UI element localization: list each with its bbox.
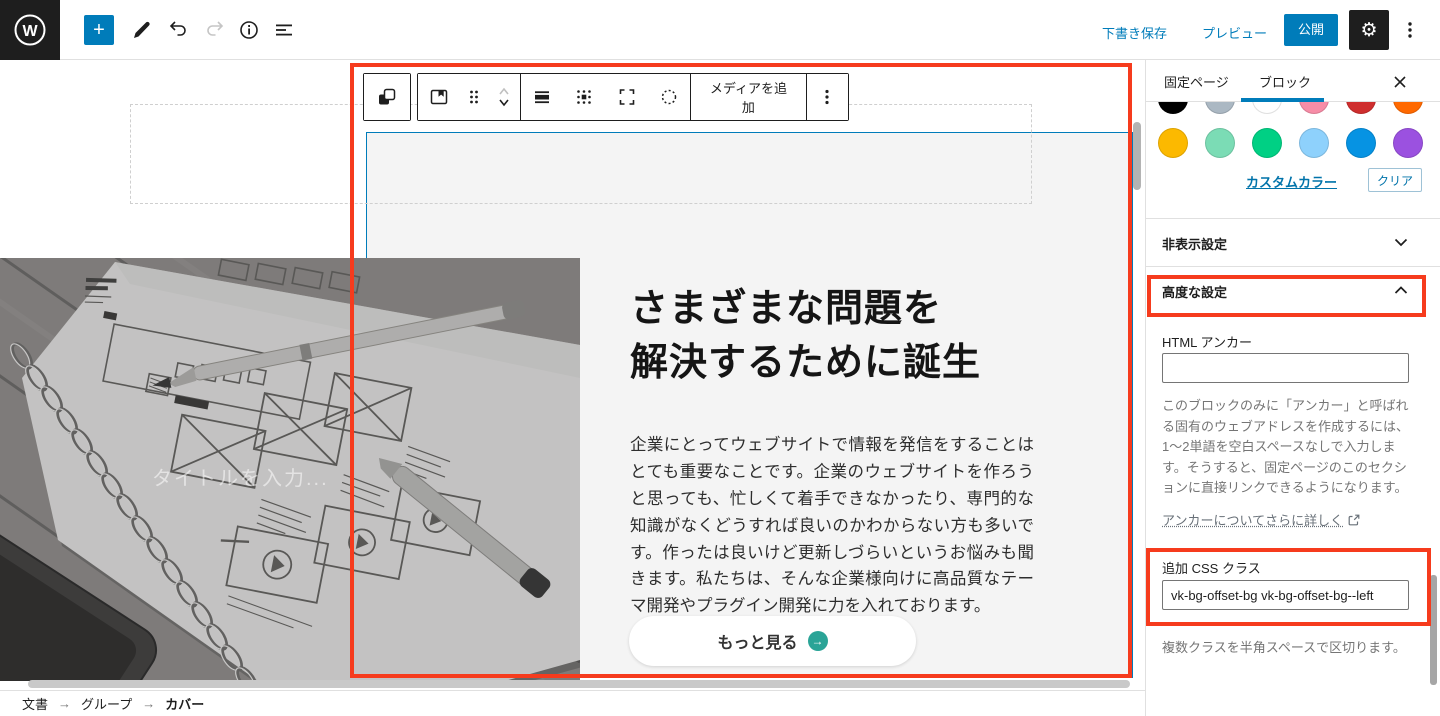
color-swatch[interactable] [1158, 102, 1188, 114]
additional-css-class-input[interactable] [1162, 580, 1409, 610]
duotone-filter-button[interactable] [648, 74, 690, 120]
color-swatch[interactable] [1158, 128, 1188, 158]
breadcrumb-arrow-icon: → [142, 696, 155, 711]
settings-gear-button[interactable]: ⚙ [1349, 10, 1389, 50]
duotone-icon [657, 85, 681, 109]
palette-row-2 [1158, 128, 1423, 158]
breadcrumb-cover[interactable]: カバー [165, 694, 204, 713]
align-button[interactable] [521, 74, 563, 120]
add-block-icon: + [93, 19, 105, 41]
drag-handle[interactable] [460, 74, 487, 120]
panel-hidden-settings-label: 非表示設定 [1162, 234, 1227, 253]
editor-canvas: タイトルを入力... さまざまな問題を 解決するために誕生 企業にとってウェブサ… [0, 60, 1145, 690]
content-position-icon [572, 85, 596, 109]
block-movers [487, 74, 520, 120]
cover-paragraph[interactable]: 企業にとってウェブサイトで情報を発信をすることはとても重要なことです。企業のウェ… [630, 432, 1034, 620]
save-draft-button[interactable]: 下書き保存 [1102, 23, 1167, 42]
block-breadcrumb-bar: 文書 → グループ → カバー [0, 690, 1145, 716]
undo-icon[interactable] [167, 18, 191, 42]
options-kebab-icon[interactable] [1398, 18, 1422, 42]
editor-top-bar: W + 下書き保存 プレビュー 公開 ⚙ [0, 0, 1440, 60]
html-anchor-input[interactable] [1162, 353, 1409, 383]
block-options-button[interactable] [807, 74, 848, 120]
full-height-icon [615, 85, 639, 109]
chevron-up-icon [1394, 286, 1408, 295]
preview-button[interactable]: プレビュー [1202, 23, 1267, 42]
additional-css-class-label: 追加 CSS クラス [1162, 558, 1261, 577]
wordpress-icon: W [13, 13, 47, 47]
select-parent-icon [375, 85, 399, 109]
tab-page[interactable]: 固定ページ [1164, 72, 1229, 91]
select-parent-block-button[interactable] [364, 74, 410, 120]
breadcrumb-document[interactable]: 文書 [22, 694, 48, 713]
color-palette [1146, 102, 1440, 178]
more-button[interactable]: もっと見る → [629, 616, 916, 666]
full-height-button[interactable] [606, 74, 648, 120]
gear-icon: ⚙ [1360, 19, 1377, 42]
color-swatch[interactable] [1346, 128, 1376, 158]
canvas-vertical-scrollbar[interactable] [1133, 122, 1141, 190]
breadcrumb-arrow-icon: → [58, 696, 71, 711]
cover-block-type-button[interactable] [418, 74, 460, 120]
color-swatch[interactable] [1252, 102, 1282, 114]
select-parent-toolbar [363, 73, 411, 121]
horizontal-scrollbar[interactable] [28, 680, 1130, 688]
cover-heading-line1: さまざまな問題を [630, 283, 1050, 337]
color-swatch[interactable] [1346, 102, 1376, 114]
svg-text:W: W [22, 23, 38, 40]
color-swatch[interactable] [1393, 128, 1423, 158]
breadcrumb-group[interactable]: グループ [81, 694, 132, 713]
settings-sidebar: 固定ページ ブロック [1145, 60, 1440, 716]
more-button-label: もっと見る [717, 629, 797, 653]
publish-button[interactable]: 公開 [1284, 14, 1338, 46]
content-position-button[interactable] [563, 74, 605, 120]
wordpress-editor: W + 下書き保存 プレビュー 公開 ⚙ [0, 0, 1440, 716]
move-up-icon[interactable] [492, 84, 516, 97]
sidebar-scrollbar[interactable] [1430, 575, 1437, 685]
edit-mode-pencil-icon[interactable] [130, 18, 154, 42]
panel-advanced-settings[interactable]: 高度な設定 [1146, 266, 1440, 314]
close-sidebar-icon[interactable] [1390, 72, 1410, 92]
cover-block-toolbar: メディアを追加 [417, 73, 849, 121]
anchor-learn-more-link[interactable]: アンカーについてさらに詳しく [1162, 510, 1360, 529]
palette-row-1 [1158, 102, 1423, 114]
wordpress-logo-button[interactable]: W [0, 0, 60, 60]
css-class-help: 複数クラスを半角スペースで区切ります。 [1162, 638, 1416, 659]
add-media-button[interactable]: メディアを追加 [691, 74, 806, 120]
color-swatch[interactable] [1205, 128, 1235, 158]
custom-color-link[interactable]: カスタムカラー [1246, 172, 1337, 191]
cover-heading[interactable]: さまざまな問題を 解決するために誕生 [630, 283, 1050, 391]
move-down-icon[interactable] [492, 97, 516, 110]
list-view-icon[interactable] [272, 18, 296, 42]
details-info-icon[interactable] [237, 18, 261, 42]
add-block-button[interactable]: + [84, 15, 114, 45]
html-anchor-help: このブロックのみに「アンカー」と呼ばれる固有のウェブアドレスを作成するには、1〜… [1162, 396, 1416, 499]
color-swatch[interactable] [1252, 128, 1282, 158]
panel-advanced-settings-label: 高度な設定 [1162, 282, 1227, 301]
chevron-down-icon [1394, 238, 1408, 247]
block-options-kebab-icon [815, 85, 839, 109]
anchor-learn-more-label: アンカーについてさらに詳しく [1162, 510, 1343, 529]
color-swatch[interactable] [1205, 102, 1235, 114]
cover-block-icon [427, 85, 451, 109]
align-icon [530, 85, 554, 109]
panel-hidden-settings[interactable]: 非表示設定 [1146, 218, 1440, 266]
external-link-icon [1348, 514, 1360, 526]
drag-handle-icon [462, 85, 486, 109]
cover-heading-line2: 解決するために誕生 [630, 337, 1050, 391]
post-title-placeholder[interactable]: タイトルを入力... [152, 462, 329, 491]
color-swatch[interactable] [1299, 102, 1329, 114]
redo-icon[interactable] [202, 18, 226, 42]
clear-color-button[interactable]: クリア [1368, 168, 1422, 192]
sidebar-tabs: 固定ページ ブロック [1146, 60, 1440, 102]
arrow-right-circle-icon: → [808, 631, 828, 651]
color-swatch[interactable] [1393, 102, 1423, 114]
html-anchor-label: HTML アンカー [1162, 332, 1252, 351]
color-swatch[interactable] [1299, 128, 1329, 158]
tab-block[interactable]: ブロック [1259, 72, 1311, 91]
